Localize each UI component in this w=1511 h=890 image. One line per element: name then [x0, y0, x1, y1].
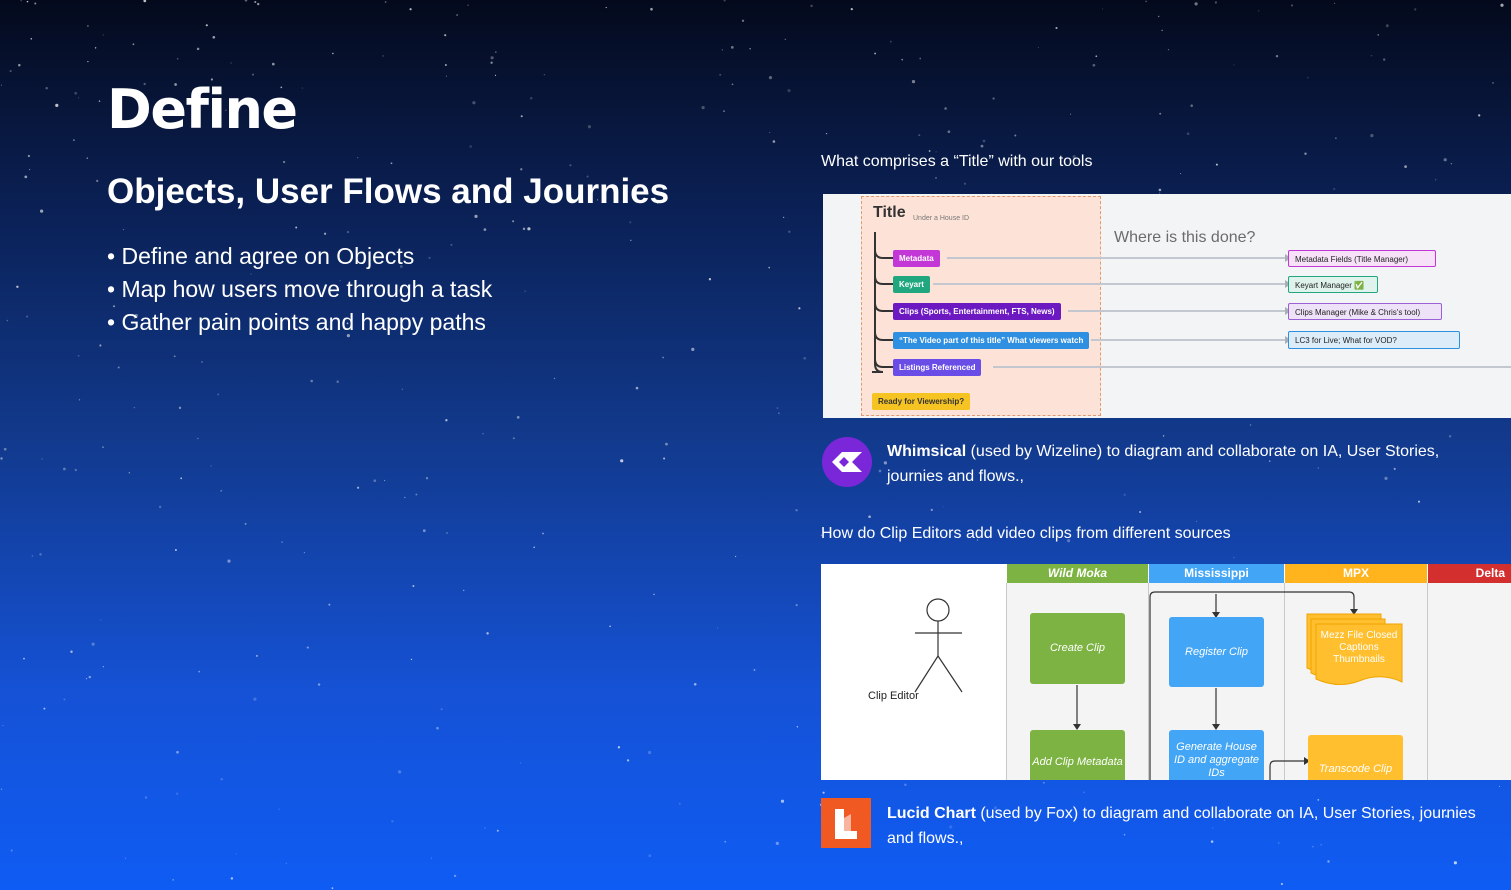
- title-diagram-caption: What comprises a “Title” with our tools: [821, 153, 1093, 170]
- clip-flow-lines: [914, 591, 1403, 780]
- lucidchart-logo-icon: [821, 798, 871, 848]
- whimsical-name: Whimsical: [887, 443, 967, 460]
- tag-listings: Listings Referenced: [893, 359, 982, 376]
- bullet-list: Define and agree on Objects Map how user…: [107, 240, 492, 339]
- tag-clips: Clips (Sports, Entertainment, FTS, News): [893, 303, 1061, 320]
- target-clips-manager: Clips Manager (Mike & Chris's tool): [1288, 303, 1442, 320]
- whimsical-description: Whimsical (used by Wizeline) to diagram …: [887, 439, 1487, 489]
- tag-metadata: Metadata: [893, 250, 940, 267]
- lucidchart-desc: (used by Fox) to diagram and collaborate…: [887, 805, 1476, 847]
- tag-video-part: “The Video part of this title” What view…: [893, 332, 1090, 349]
- bullet-item: Map how users move through a task: [107, 273, 492, 306]
- tag-keyart: Keyart: [893, 276, 930, 293]
- clip-flow-caption: How do Clip Editors add video clips from…: [821, 525, 1231, 542]
- create-clip-box: Create Clip: [1030, 613, 1125, 684]
- lucidchart-description: Lucid Chart (used by Fox) to diagram and…: [887, 801, 1487, 851]
- target-lc3: LC3 for Live; What for VOD?: [1288, 331, 1460, 349]
- slide-heading: Define: [107, 78, 298, 141]
- mezz-file-documents: Mezz File Closed Captions Thumbnails: [1320, 630, 1398, 665]
- bullet-item: Define and agree on Objects: [107, 240, 492, 273]
- generate-house-id-box: Generate House ID and aggregate IDs: [1169, 730, 1264, 780]
- tag-ready-for-viewership: Ready for Viewership?: [872, 393, 971, 410]
- title-diagram: Title Under a House ID Where is this don…: [823, 194, 1511, 418]
- transcode-clip-box: Transcode Clip: [1308, 735, 1403, 780]
- target-keyart-manager: Keyart Manager ✅: [1288, 276, 1378, 293]
- add-clip-metadata-box: Add Clip Metadata: [1030, 730, 1125, 780]
- whimsical-desc: (used by Wizeline) to diagram and collab…: [887, 443, 1440, 485]
- lucidchart-name: Lucid Chart: [887, 805, 976, 822]
- slide-subheading: Objects, User Flows and Journies: [107, 172, 670, 211]
- target-metadata-fields: Metadata Fields (Title Manager): [1288, 250, 1436, 267]
- clip-swimlane-diagram: Wild Moka Mississippi MPX Delta Clip Edi…: [821, 564, 1511, 780]
- bullet-item: Gather pain points and happy paths: [107, 306, 492, 339]
- actor-label: Clip Editor: [868, 690, 919, 702]
- whimsical-logo-icon: [822, 437, 872, 487]
- register-clip-box: Register Clip: [1169, 617, 1264, 687]
